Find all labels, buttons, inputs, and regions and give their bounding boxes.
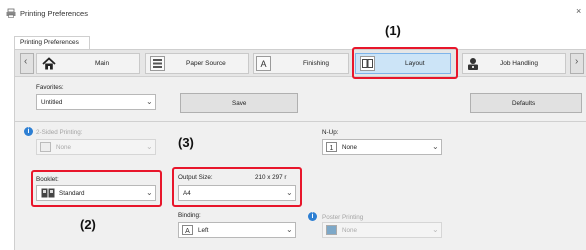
n-up-label: N-Up: xyxy=(322,129,339,136)
binding-icon: A xyxy=(182,225,193,235)
favorites-label: Favorites: xyxy=(36,84,64,91)
svg-text:1: 1 xyxy=(330,145,334,151)
svg-text:A: A xyxy=(260,59,266,69)
paper-tray-icon xyxy=(150,56,165,71)
save-button-label: Save xyxy=(232,100,247,107)
callout-1: (1) xyxy=(385,23,401,38)
tab-main-label: Main xyxy=(95,60,110,67)
two-sided-icon xyxy=(40,142,51,152)
n-up-select[interactable] xyxy=(322,139,442,155)
callout-3-box xyxy=(172,167,302,207)
chevron-down-icon: ⌄ xyxy=(146,97,153,106)
finishing-icon: A xyxy=(256,56,271,71)
callout-3: (3) xyxy=(178,135,194,150)
callout-2-box xyxy=(31,170,162,207)
two-sided-label: 2-Sided Printing: xyxy=(36,129,83,136)
favorites-value: Untitled xyxy=(41,99,63,106)
poster-icon xyxy=(326,225,337,235)
job-handling-icon xyxy=(466,56,480,71)
tab-finishing-label: Finishing xyxy=(303,60,330,67)
window-title: Printing Preferences xyxy=(20,9,88,18)
callout-2: (2) xyxy=(80,217,96,232)
two-sided-select[interactable] xyxy=(36,139,156,155)
n-up-icon: 1 xyxy=(326,142,337,152)
chevron-down-icon: ⌄ xyxy=(146,142,153,151)
tab-job-handling-label: Job Handling xyxy=(500,60,538,67)
chevron-right-icon: › xyxy=(575,56,579,67)
divider xyxy=(15,121,586,122)
defaults-button-label: Defaults xyxy=(512,100,536,107)
poster-printing-select[interactable] xyxy=(322,222,442,238)
two-sided-value: None xyxy=(56,144,72,151)
home-icon xyxy=(41,56,57,72)
poster-printing-value: None xyxy=(342,227,358,234)
binding-value: Left xyxy=(198,227,209,234)
chevron-down-icon: ⌄ xyxy=(432,142,439,151)
binding-select[interactable] xyxy=(178,222,296,238)
poster-printing-label: Poster Printing xyxy=(322,214,364,221)
svg-text:A: A xyxy=(185,228,190,234)
callout-1-box xyxy=(352,47,458,79)
printer-icon xyxy=(6,8,16,18)
chevron-down-icon: ⌄ xyxy=(286,225,293,234)
chevron-down-icon: ⌄ xyxy=(432,225,439,234)
n-up-value: None xyxy=(342,144,358,151)
tab-label: Printing Preferences xyxy=(20,39,79,46)
binding-label: Binding: xyxy=(178,212,201,219)
close-button[interactable]: × xyxy=(576,6,581,16)
chevron-left-icon: ‹ xyxy=(24,56,28,67)
tab-paper-source-label: Paper Source xyxy=(186,60,226,67)
